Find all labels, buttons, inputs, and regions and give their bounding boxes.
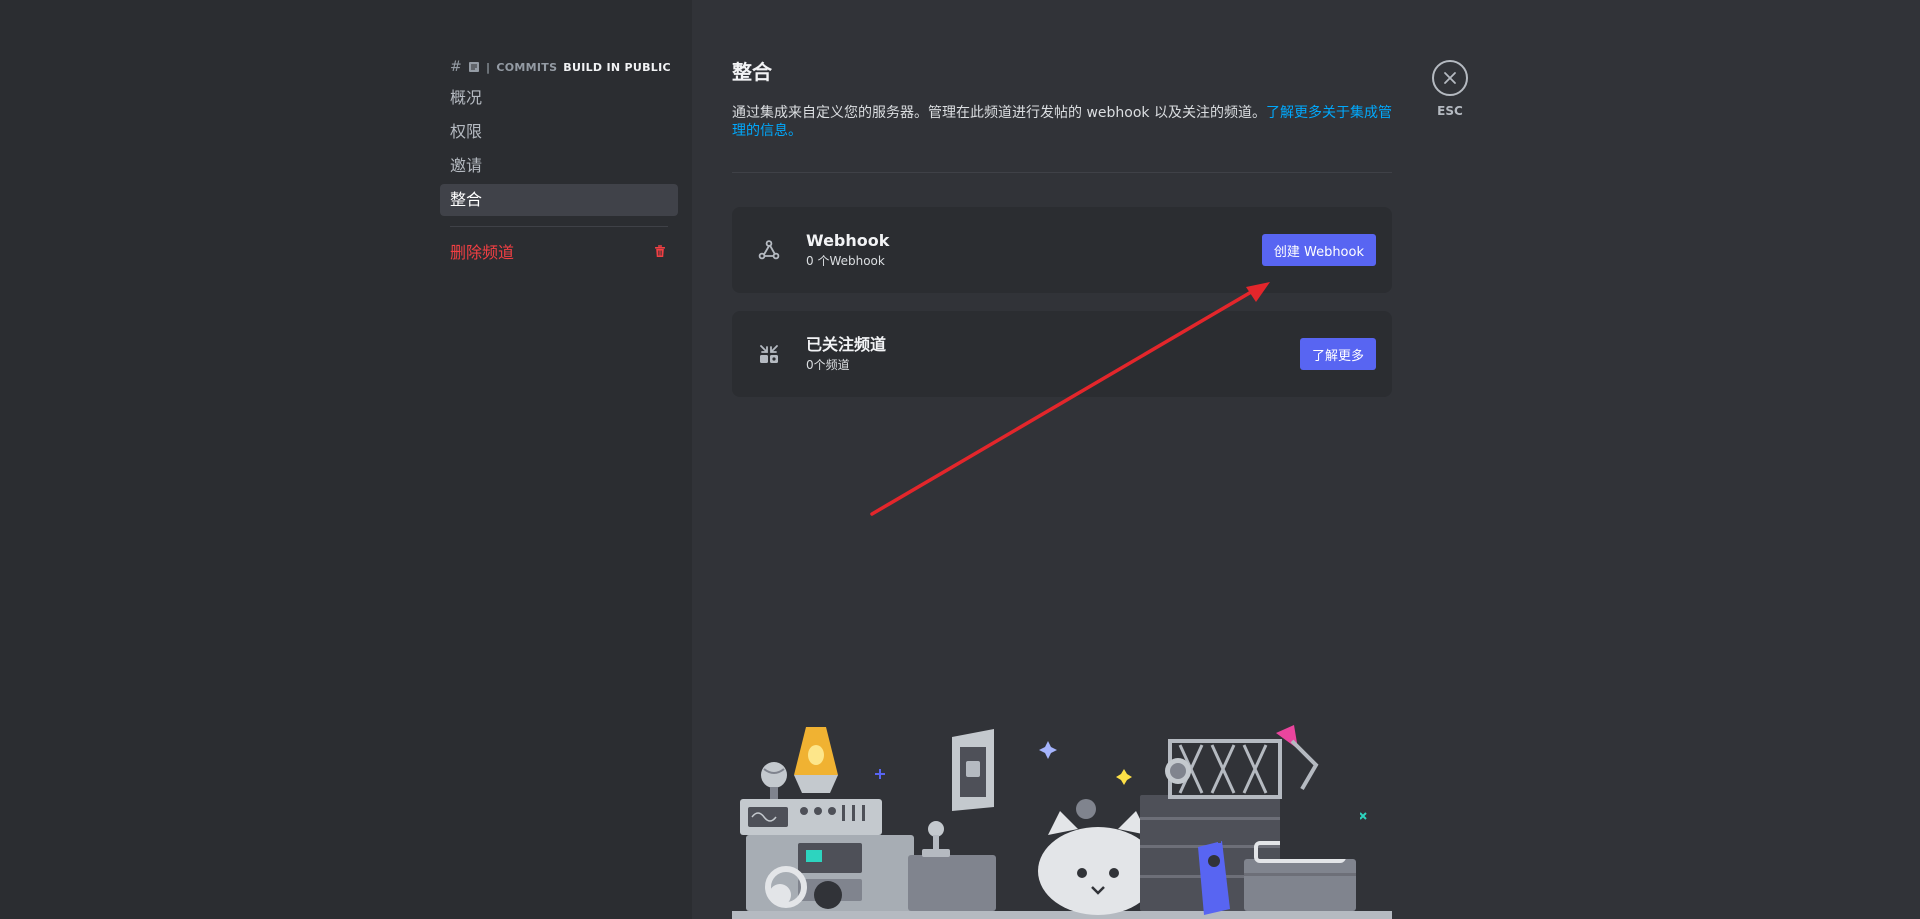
integrations-panel: 整合 通过集成来自定义您的服务器。管理在此频道进行发帖的 webhook 以及关…	[732, 58, 1392, 415]
category-name: COMMITS	[496, 60, 558, 74]
sidebar-nav: # | COMMITS BUILD IN PUBLIC 概况 权限 邀请 整合 …	[440, 58, 678, 267]
trash-icon	[655, 245, 665, 257]
webhook-card-text: Webhook 0 个Webhook	[806, 231, 1262, 269]
page-description: 通过集成来自定义您的服务器。管理在此频道进行发帖的 webhook 以及关注的频…	[732, 104, 1392, 140]
followed-channels-icon	[756, 341, 782, 367]
close-panel: ESC	[1432, 60, 1468, 118]
sidebar-item-permissions[interactable]: 权限	[440, 116, 678, 148]
integrations-illustration	[732, 725, 1392, 919]
webhook-count: 0 个Webhook	[806, 254, 885, 268]
webhook-title: Webhook	[806, 231, 890, 250]
followed-channels-card: 已关注频道 0个频道 了解更多	[732, 311, 1392, 397]
followed-channels-count: 0个频道	[806, 358, 850, 372]
close-icon	[1444, 72, 1456, 84]
learn-more-button[interactable]: 了解更多	[1299, 338, 1376, 370]
document-icon	[469, 62, 480, 72]
delete-channel-button[interactable]: 删除频道	[440, 235, 678, 267]
hash-icon: #	[450, 59, 463, 75]
delete-channel-label: 删除频道	[450, 243, 515, 262]
settings-sidebar: # | COMMITS BUILD IN PUBLIC 概况 权限 邀请 整合 …	[0, 0, 692, 919]
followed-channels-card-text: 已关注频道 0个频道	[806, 335, 1300, 373]
esc-label: ESC	[1437, 104, 1463, 118]
header-separator: |	[486, 60, 491, 74]
create-webhook-button[interactable]: 创建 Webhook	[1261, 234, 1376, 266]
followed-channels-title: 已关注频道	[806, 335, 887, 354]
page-title: 整合	[732, 60, 772, 84]
close-button[interactable]	[1432, 60, 1468, 96]
channel-name: BUILD IN PUBLIC	[563, 60, 671, 74]
sidebar-item-invites[interactable]: 邀请	[440, 150, 678, 182]
sidebar-item-overview[interactable]: 概况	[440, 82, 678, 114]
description-text: 通过集成来自定义您的服务器。管理在此频道进行发帖的 webhook 以及关注的频…	[732, 105, 1266, 121]
section-divider	[732, 172, 1392, 173]
sidebar-item-integrations[interactable]: 整合	[440, 184, 678, 216]
channel-header: # | COMMITS BUILD IN PUBLIC	[440, 58, 678, 76]
sidebar-divider	[450, 226, 668, 227]
webhook-card: Webhook 0 个Webhook 创建 Webhook	[732, 207, 1392, 293]
webhook-icon	[756, 237, 782, 263]
